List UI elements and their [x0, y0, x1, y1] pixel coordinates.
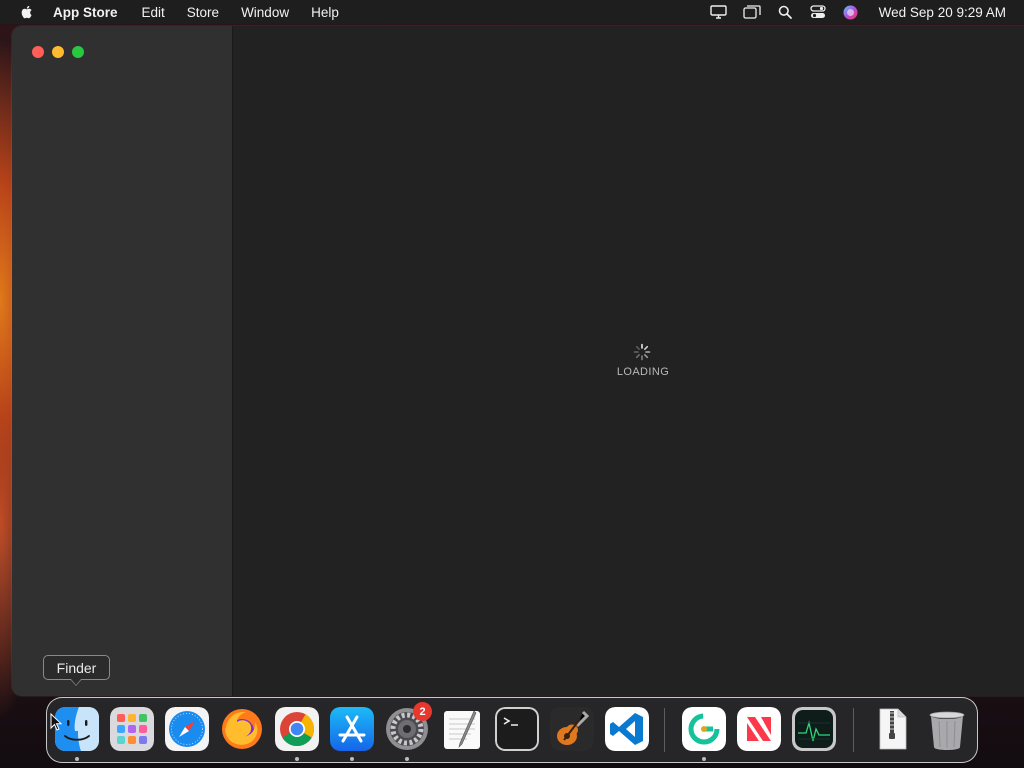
notification-badge: 2 — [413, 702, 432, 721]
menu-window[interactable]: Window — [241, 5, 289, 20]
dock-separator — [664, 708, 665, 752]
mouse-cursor-icon — [50, 713, 62, 731]
app-store-window: LOADING — [12, 26, 1024, 696]
loading-label: LOADING — [616, 366, 670, 378]
trash-icon[interactable] — [925, 707, 969, 751]
menu-clock[interactable]: Wed Sep 20 9:29 AM — [879, 5, 1006, 20]
dock-tooltip: Finder — [43, 655, 110, 680]
garageband-icon[interactable] — [550, 707, 594, 751]
app-store-running-dot — [350, 757, 354, 761]
terminal-icon[interactable] — [495, 707, 539, 751]
close-button[interactable] — [32, 46, 44, 58]
menu-bar: App Store Edit Store Window Help Wed Sep… — [0, 0, 1024, 24]
status-area: Wed Sep 20 9:29 AM — [710, 0, 1024, 24]
activity-monitor-icon[interactable] — [792, 707, 836, 751]
sidebar — [12, 26, 233, 696]
vscode-icon[interactable] — [605, 707, 649, 751]
apple-menu-icon[interactable] — [19, 4, 35, 20]
minimize-button[interactable] — [52, 46, 64, 58]
zip-archive-icon[interactable] — [870, 707, 914, 751]
finder-running-dot — [75, 757, 79, 761]
maximize-button[interactable] — [72, 46, 84, 58]
dock-separator-2 — [853, 708, 854, 752]
menu-help[interactable]: Help — [311, 5, 339, 20]
firefox-icon[interactable] — [220, 707, 264, 751]
main-content: LOADING — [233, 26, 1024, 696]
grammarly-icon[interactable] — [682, 707, 726, 751]
loading-spinner-icon — [633, 343, 651, 361]
menu-app-store[interactable]: App Store — [53, 5, 118, 20]
system-settings-running-dot — [405, 757, 409, 761]
chrome-running-dot — [295, 757, 299, 761]
grammarly-running-dot — [702, 757, 706, 761]
menu-edit[interactable]: Edit — [142, 5, 165, 20]
app-store-icon[interactable] — [330, 707, 374, 751]
control-center-icon[interactable] — [809, 4, 827, 20]
textedit-icon[interactable] — [440, 707, 484, 751]
chrome-icon[interactable] — [275, 707, 319, 751]
spotlight-icon[interactable] — [776, 4, 794, 20]
siri-icon[interactable] — [842, 4, 860, 20]
launchpad-icon[interactable] — [110, 707, 154, 751]
window-stack-icon[interactable] — [743, 4, 761, 20]
news-icon[interactable] — [737, 707, 781, 751]
dock — [46, 697, 978, 763]
safari-icon[interactable] — [165, 707, 209, 751]
menu-store[interactable]: Store — [187, 5, 219, 20]
tooltip-arrow-inner — [71, 679, 81, 685]
display-icon[interactable] — [710, 4, 728, 20]
